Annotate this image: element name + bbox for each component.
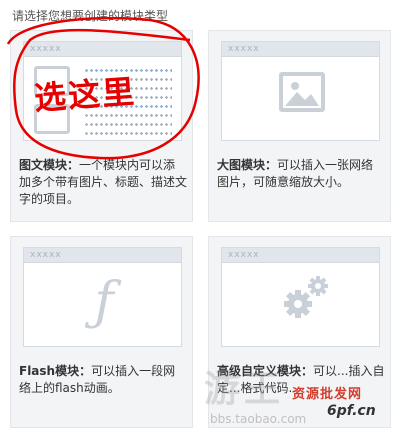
- module-card-big-image[interactable]: xxxxx 大图模块：可以插入一张网络图片，可随意缩放大小。: [208, 30, 391, 222]
- card-description: Flash模块：可以插入一段网络上的flash动画。: [19, 364, 176, 395]
- preview-title-bar: xxxxx: [222, 248, 379, 263]
- preview-title-bar: xxxxx: [222, 42, 379, 57]
- preview-title-bar: xxxxx: [24, 42, 181, 57]
- card-title: 大图模块: [217, 158, 266, 172]
- module-card-advanced-custom[interactable]: xxxxx 高级自定义模块：可以...插入自定...格式代码...: [208, 236, 391, 428]
- card-preview: xxxxx: [23, 41, 182, 141]
- module-card-flash[interactable]: xxxxx ƒ Flash模块：可以插入一段网络上的flash动画。: [10, 236, 193, 428]
- image-thumbnail-icon: [34, 104, 70, 134]
- image-icon: [279, 72, 325, 112]
- card-description: 大图模块：可以插入一张网络图片，可随意缩放大小。: [217, 158, 374, 189]
- card-title: Flash模块: [19, 364, 80, 378]
- image-thumbnail-icon: [34, 66, 70, 96]
- text-lines-placeholder: [84, 68, 172, 140]
- module-type-prompt: 请选择您想要创建的模块类型: [12, 9, 169, 23]
- card-preview: xxxxx: [221, 41, 380, 141]
- thumbnail-stack: [34, 66, 70, 142]
- gears-icon: [284, 276, 328, 318]
- flash-icon: ƒ: [94, 272, 114, 332]
- preview-title-bar: xxxxx: [24, 248, 181, 263]
- card-description: 高级自定义模块：可以...插入自定...格式代码...: [217, 364, 385, 395]
- module-card-image-text[interactable]: xxxxx 图文模块：一个模块内可以添加多个带有图片、标题、描述文字的项目。: [10, 30, 193, 222]
- card-preview: xxxxx: [221, 247, 380, 347]
- card-title: 高级自定义模块: [217, 364, 302, 378]
- card-title: 图文模块: [19, 158, 68, 172]
- card-description: 图文模块：一个模块内可以添加多个带有图片、标题、描述文字的项目。: [19, 158, 188, 206]
- card-preview: xxxxx ƒ: [23, 247, 182, 347]
